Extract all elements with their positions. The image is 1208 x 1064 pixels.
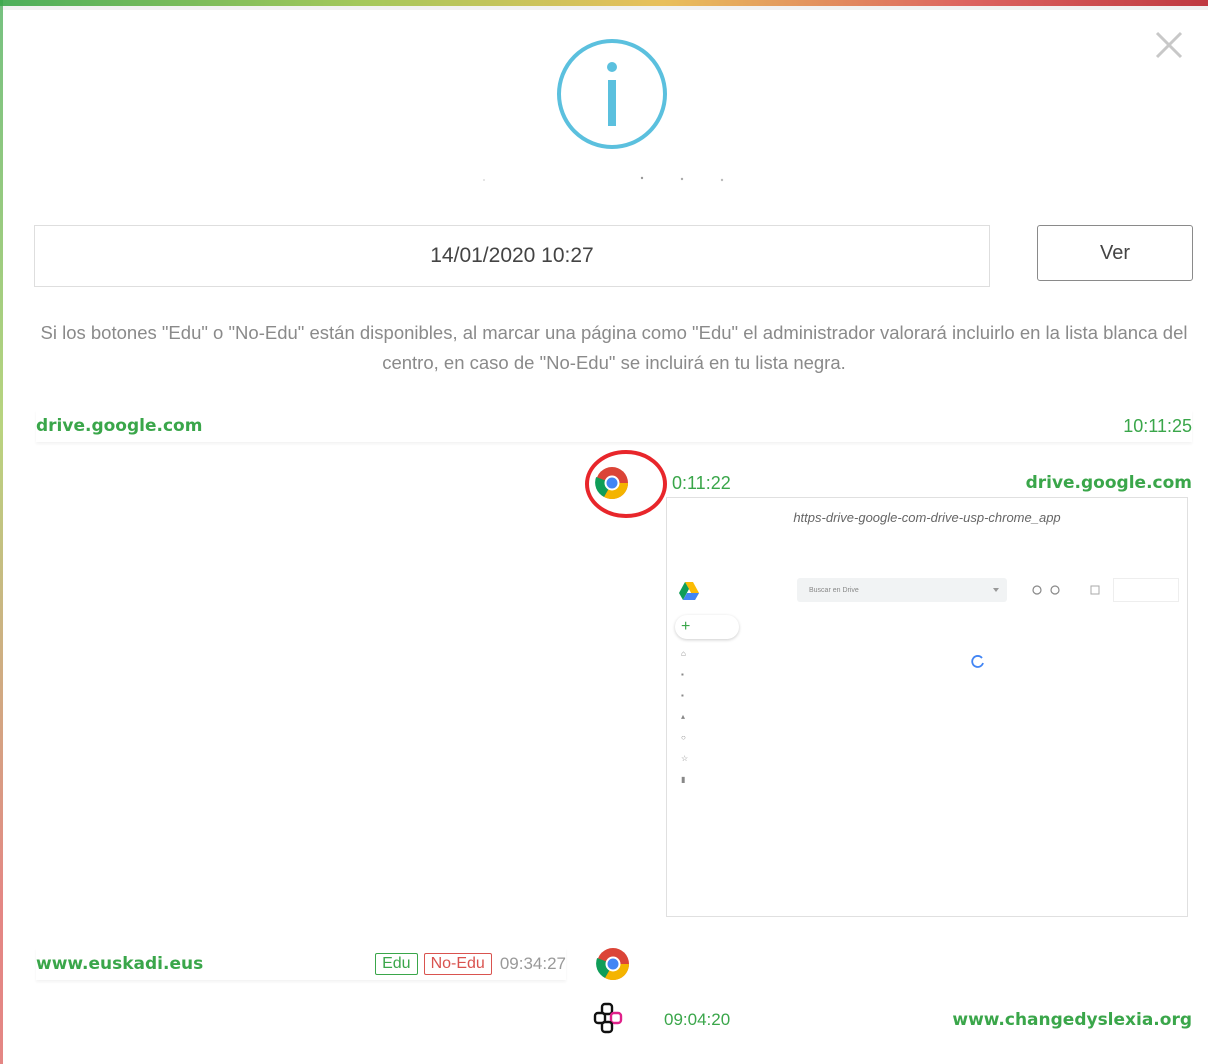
site-domain: drive.google.com xyxy=(36,416,203,436)
site-domain: www.euskadi.eus xyxy=(36,954,204,974)
info-icon xyxy=(556,38,668,150)
nav-trash-icon: ▮ xyxy=(681,775,686,784)
date-display: 14/01/2020 10:27 xyxy=(34,225,990,287)
screenshot-account-box xyxy=(1113,578,1179,602)
nav-starred-icon: ☆ xyxy=(681,754,689,763)
nav-home-icon: ⌂ xyxy=(681,649,686,658)
visit-time: 09:04:20 xyxy=(664,1010,731,1029)
history-row[interactable]: drive.google.com 10:11:25 xyxy=(36,410,1192,442)
visit-time: 09:34:27 xyxy=(499,954,566,973)
app-icon xyxy=(592,1001,628,1037)
drive-logo-icon xyxy=(679,582,699,600)
top-strip xyxy=(0,6,1208,10)
screenshot-search-placeholder: Buscar en Drive xyxy=(809,586,859,594)
info-text: Si los botones "Edu" o "No-Edu" están di… xyxy=(40,322,1188,373)
nav-shared-icon: ▴ xyxy=(681,712,686,721)
screenshot-search-input: Buscar en Drive xyxy=(797,578,1007,602)
chevron-down-icon xyxy=(993,588,999,592)
page-screenshot[interactable]: https-drive-google-com-drive-usp-chrome_… xyxy=(666,497,1188,917)
highlight-ring xyxy=(584,449,668,519)
site-domain: drive.google.com xyxy=(1025,473,1192,493)
nav-drive-icon: ▪ xyxy=(681,670,684,679)
close-icon[interactable] xyxy=(1152,28,1186,62)
visit-time: 0:11:22 xyxy=(672,472,731,493)
visit-time: 10:11:25 xyxy=(1123,415,1192,436)
site-domain: www.changedyslexia.org xyxy=(952,1010,1192,1030)
history-row[interactable]: 09:04:20 www.changedyslexia.org xyxy=(664,1004,1192,1036)
decorative-dots xyxy=(480,172,740,186)
left-edge-bar xyxy=(0,0,3,1064)
view-button[interactable]: Ver xyxy=(1037,225,1193,281)
nav-computers-icon: ▪ xyxy=(681,691,684,700)
screenshot-title: https-drive-google-com-drive-usp-chrome_… xyxy=(793,510,1061,525)
screenshot-new-button: + xyxy=(675,615,739,639)
edu-button[interactable]: Edu xyxy=(375,953,418,975)
history-row[interactable]: www.euskadi.eus Edu No-Edu 09:34:27 xyxy=(36,948,566,980)
toolbar-icons xyxy=(1032,585,1100,595)
noedu-button[interactable]: No-Edu xyxy=(423,953,492,975)
chrome-icon xyxy=(595,946,631,982)
history-row[interactable]: 0:11:22 drive.google.com xyxy=(672,467,1192,499)
nav-recent-icon: ○ xyxy=(681,733,686,742)
loading-spinner-icon xyxy=(971,655,984,668)
